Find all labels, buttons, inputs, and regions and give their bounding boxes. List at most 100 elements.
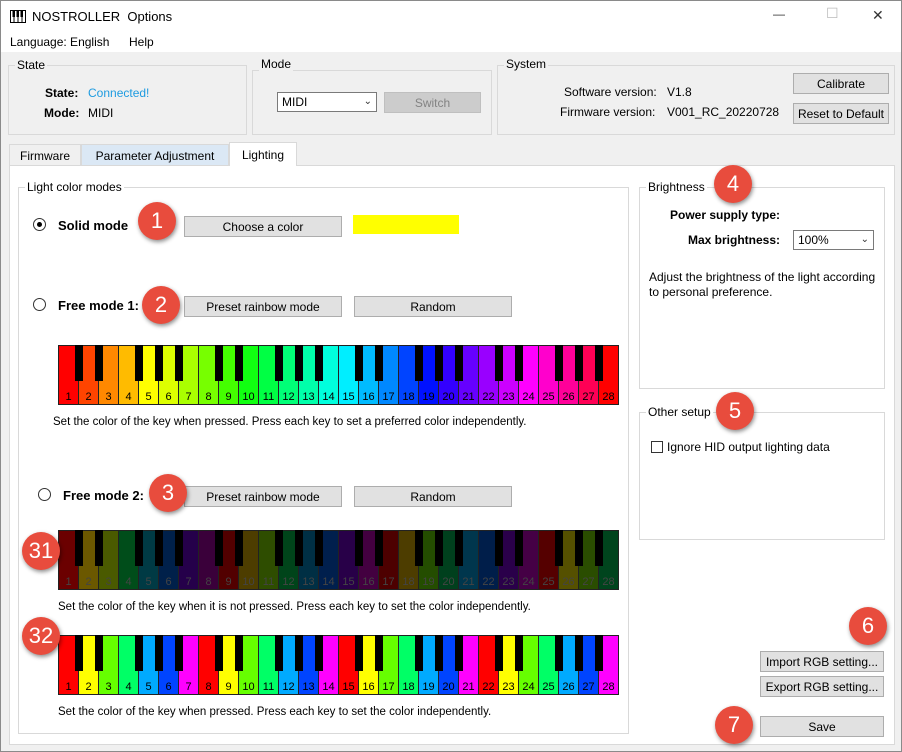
choose-color-button[interactable]: Choose a color — [184, 216, 342, 237]
import-rgb-button[interactable]: Import RGB setting... — [760, 651, 884, 672]
piano-key-number: 19 — [422, 681, 435, 693]
piano-black-key[interactable] — [455, 345, 463, 381]
piano-black-key[interactable] — [215, 530, 223, 566]
solid-color-swatch[interactable] — [353, 215, 459, 234]
piano-black-key[interactable] — [515, 635, 523, 671]
piano-black-key[interactable] — [495, 345, 503, 381]
piano-black-key[interactable] — [75, 635, 83, 671]
free-mode-2-random-button[interactable]: Random — [354, 486, 512, 507]
piano-black-key[interactable] — [595, 530, 603, 566]
piano-black-key[interactable] — [155, 530, 163, 566]
piano-black-key[interactable] — [295, 635, 303, 671]
piano-black-key[interactable] — [375, 530, 383, 566]
piano-key-number: 25 — [542, 391, 555, 403]
piano-black-key[interactable] — [355, 345, 363, 381]
export-rgb-button[interactable]: Export RGB setting... — [760, 676, 884, 697]
piano-black-key[interactable] — [155, 345, 163, 381]
piano-key-number: 10 — [242, 576, 255, 588]
piano-black-key[interactable] — [135, 635, 143, 671]
callout-badge-5: 5 — [716, 392, 754, 430]
piano-black-key[interactable] — [95, 635, 103, 671]
calibrate-button[interactable]: Calibrate — [793, 73, 889, 94]
mode-select[interactable]: MIDI ⌄ — [277, 92, 377, 112]
max-brightness-select[interactable]: 100% ⌄ — [793, 230, 874, 250]
piano-black-key[interactable] — [95, 530, 103, 566]
menu-language[interactable]: Language: English — [10, 35, 109, 49]
piano-black-key[interactable] — [235, 635, 243, 671]
minimize-button[interactable]: — — [773, 7, 785, 21]
reset-to-default-button[interactable]: Reset to Default — [793, 103, 889, 124]
ignore-hid-checkbox[interactable] — [651, 441, 663, 453]
free-mode-1-preset-rainbow-button[interactable]: Preset rainbow mode — [184, 296, 342, 317]
piano-black-key[interactable] — [295, 345, 303, 381]
piano-black-key[interactable] — [595, 345, 603, 381]
piano-black-key[interactable] — [275, 635, 283, 671]
piano-black-key[interactable] — [495, 635, 503, 671]
switch-button[interactable]: Switch — [384, 92, 481, 113]
piano-black-key[interactable] — [575, 635, 583, 671]
piano-black-key[interactable] — [555, 635, 563, 671]
free-mode-1-radio[interactable] — [33, 298, 46, 311]
piano-black-key[interactable] — [515, 345, 523, 381]
piano-black-key[interactable] — [175, 345, 183, 381]
piano-black-key[interactable] — [175, 530, 183, 566]
close-button[interactable]: ✕ — [872, 7, 884, 24]
piano-black-key[interactable] — [155, 635, 163, 671]
free-mode-2-unpressed-keyboard[interactable]: 1 2 3 4 5 6 7 8 9 10 11 12 13 14 15 16 17 18 19 20 21 22 23 24 2… — [58, 530, 619, 590]
free-mode-2-radio[interactable] — [38, 488, 51, 501]
free-mode-2-preset-rainbow-button[interactable]: Preset rainbow mode — [184, 486, 342, 507]
free-mode-1-random-button[interactable]: Random — [354, 296, 512, 317]
piano-black-key[interactable] — [455, 635, 463, 671]
piano-black-key[interactable] — [455, 530, 463, 566]
piano-black-key[interactable] — [435, 635, 443, 671]
piano-black-key[interactable] — [575, 345, 583, 381]
tab-lighting[interactable]: Lighting — [229, 142, 297, 166]
piano-black-key[interactable] — [275, 530, 283, 566]
piano-black-key[interactable] — [315, 345, 323, 381]
piano-black-key[interactable] — [415, 345, 423, 381]
piano-black-key[interactable] — [75, 530, 83, 566]
tab-firmware[interactable]: Firmware — [9, 144, 81, 166]
piano-key-number: 2 — [85, 391, 92, 403]
piano-black-key[interactable] — [295, 530, 303, 566]
piano-black-key[interactable] — [435, 345, 443, 381]
piano-black-key[interactable] — [235, 530, 243, 566]
piano-black-key[interactable] — [415, 635, 423, 671]
piano-black-key[interactable] — [95, 345, 103, 381]
piano-black-key[interactable] — [375, 345, 383, 381]
piano-black-key[interactable] — [555, 530, 563, 566]
menu-help[interactable]: Help — [129, 35, 154, 49]
piano-black-key[interactable] — [355, 635, 363, 671]
free-mode-1-keyboard[interactable]: 1 2 3 4 5 6 7 8 9 10 11 12 13 14 15 16 17 18 19 20 21 22 23 24 2… — [58, 345, 619, 405]
piano-black-key[interactable] — [315, 635, 323, 671]
mode-label: Mode: — [44, 106, 80, 120]
save-button[interactable]: Save — [760, 716, 884, 737]
piano-black-key[interactable] — [435, 530, 443, 566]
piano-black-key[interactable] — [515, 530, 523, 566]
piano-black-key[interactable] — [75, 345, 83, 381]
piano-black-key[interactable] — [235, 345, 243, 381]
piano-black-key[interactable] — [415, 530, 423, 566]
piano-black-key[interactable] — [375, 635, 383, 671]
piano-key-number: 7 — [185, 576, 192, 588]
piano-black-key[interactable] — [215, 345, 223, 381]
tab-parameter-adjustment[interactable]: Parameter Adjustment — [81, 144, 229, 166]
piano-black-key[interactable] — [135, 345, 143, 381]
piano-black-key[interactable] — [495, 530, 503, 566]
solid-mode-radio[interactable] — [33, 218, 46, 231]
piano-black-key[interactable] — [575, 530, 583, 566]
piano-black-key[interactable] — [275, 345, 283, 381]
piano-black-key[interactable] — [555, 345, 563, 381]
state-group-label: State — [15, 58, 48, 72]
free-mode-2-pressed-keyboard[interactable]: 1 2 3 4 5 6 7 8 9 10 11 12 13 14 15 16 17 18 19 20 21 22 23 24 2… — [58, 635, 619, 695]
piano-black-key[interactable] — [355, 530, 363, 566]
piano-black-key[interactable] — [595, 635, 603, 671]
piano-black-key[interactable] — [215, 635, 223, 671]
max-brightness-label: Max brightness: — [688, 233, 781, 247]
maximize-button[interactable]: ☐ — [826, 5, 839, 22]
piano-black-key[interactable] — [135, 530, 143, 566]
piano-black-key[interactable] — [315, 530, 323, 566]
piano-key-number: 4 — [125, 576, 132, 588]
firmware-version-value: V001_RC_20220728 — [667, 105, 780, 119]
piano-black-key[interactable] — [175, 635, 183, 671]
